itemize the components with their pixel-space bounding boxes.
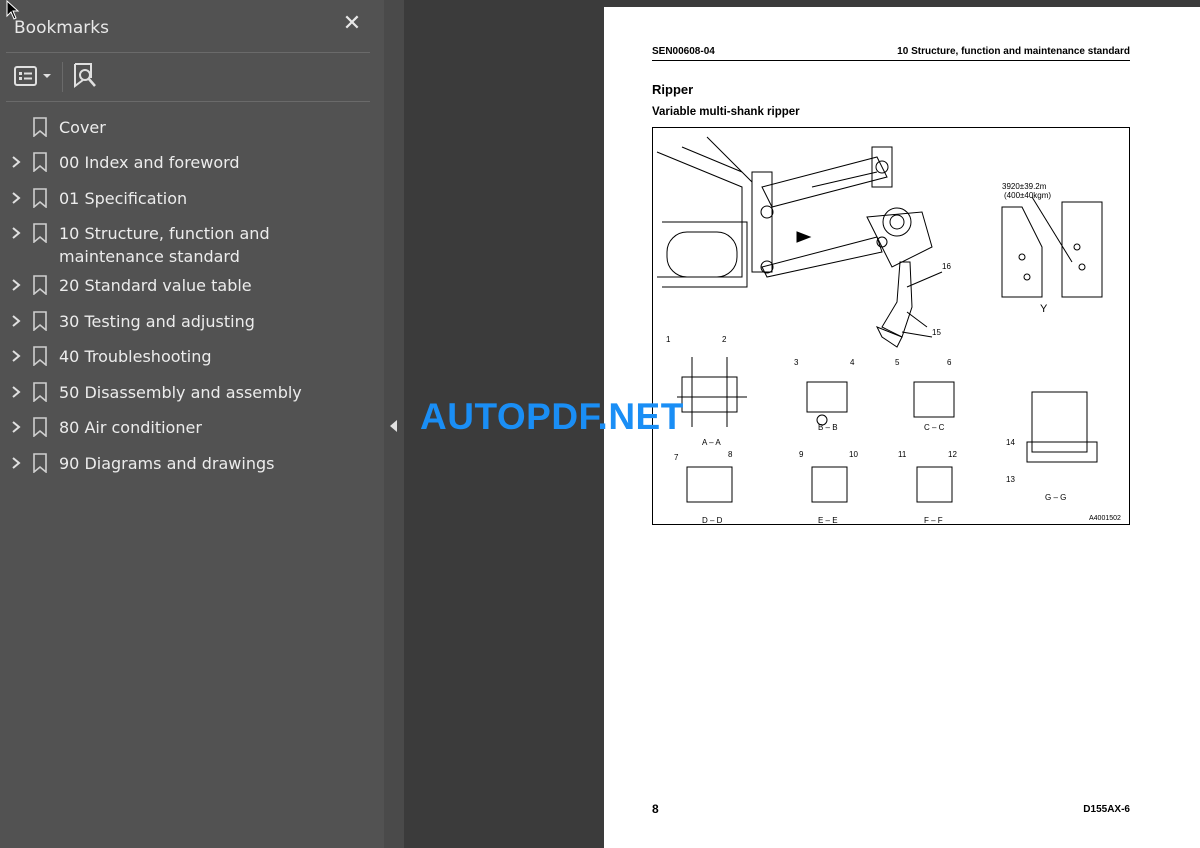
callout-6: 6 [947,358,952,367]
bookmark-icon [33,152,47,173]
bookmark-label: 20 Standard value table [59,276,252,295]
callout-16: 16 [942,262,951,271]
pdf-page: SEN00608-04 10 Structure, function and m… [604,7,1200,848]
header-rule [652,60,1130,61]
callout-7: 7 [674,453,679,462]
bookmarks-panel: Bookmarks ✕ Cover 00 Index and foreword 01… [0,0,384,848]
callout-9: 9 [799,450,804,459]
bookmark-label: 90 Diagrams and drawings [59,454,275,473]
figure-code: A4001502 [1089,515,1121,522]
callout-14: 14 [1006,438,1015,447]
page-subtitle: Variable multi-shank ripper [652,106,800,118]
bookmark-icon [33,346,47,367]
bookmark-icon [33,417,47,438]
chevron-right-icon[interactable] [10,222,24,244]
bookmark-icon [33,188,47,209]
bookmark-icon [33,275,47,296]
collapse-panel-icon[interactable] [390,420,397,432]
callout-12: 12 [948,450,957,459]
chevron-right-icon[interactable] [10,416,24,438]
ripper-figure: 3920±39.2m (400±40kgm) Y A – A B – B C –… [652,127,1130,525]
bookmark-icon [33,382,47,403]
list-options-icon[interactable] [14,64,54,90]
page-title: Ripper [652,82,694,97]
callout-8: 8 [728,450,733,459]
callout-10: 10 [849,450,858,459]
chevron-right-icon[interactable] [10,274,24,296]
callout-13: 13 [1006,475,1015,484]
callout-4: 4 [850,358,855,367]
chevron-right-icon[interactable] [10,452,24,474]
section-label: F – F [924,516,943,525]
callout-2: 2 [722,335,727,344]
callout-11: 11 [898,450,907,459]
callout-5: 5 [895,358,900,367]
bookmark-label: Cover [59,118,106,137]
bookmark-icon [33,453,47,474]
bookmark-icon [33,223,47,244]
section-label: D – D [702,516,723,525]
bookmark-label: 40 Troubleshooting [59,347,212,366]
chevron-right-icon[interactable] [10,187,24,209]
toolbar-divider [62,62,63,92]
section-label: E – E [818,516,838,525]
section-label: C – C [924,423,945,432]
divider [6,101,370,102]
bookmark-label: 80 Air conditioner [59,418,202,437]
bookmark-label: 30 Testing and adjusting [59,312,255,331]
bookmark-icon [33,117,47,138]
torque-value-alt: (400±40kgm) [1004,191,1051,200]
bookmark-label: 01 Specification [59,189,188,208]
bookmark-label: 10 Structure, function and maintenance s… [59,224,270,266]
page-number: 8 [652,802,659,816]
mouse-cursor-icon [6,0,20,24]
callout-15: 15 [932,328,941,337]
close-icon[interactable]: ✕ [342,13,362,35]
divider [6,52,370,53]
section-label: B – B [818,423,838,432]
torque-value: 3920±39.2m [1002,182,1047,191]
panel-title: Bookmarks [14,18,109,38]
find-bookmark-icon[interactable] [73,62,99,90]
bookmark-label: 00 Index and foreword [59,153,240,172]
section-label: A – A [702,438,721,447]
chevron-right-icon[interactable] [10,151,24,173]
chevron-right-icon[interactable] [10,310,24,332]
section-label: G – G [1045,493,1066,502]
panel-resizer[interactable] [384,0,404,848]
doc-code: SEN00608-04 [652,46,715,57]
chevron-right-icon[interactable] [10,381,24,403]
view-label: Y [1040,303,1048,315]
chevron-right-icon[interactable] [10,345,24,367]
watermark-text: AUTOPDF.NET [420,396,684,437]
bookmark-label: 50 Disassembly and assembly [59,383,302,402]
model-number: D155AX-6 [1083,804,1130,815]
section-header: 10 Structure, function and maintenance s… [897,46,1130,57]
callout-3: 3 [794,358,799,367]
bookmark-icon [33,311,47,332]
callout-1: 1 [666,335,671,344]
